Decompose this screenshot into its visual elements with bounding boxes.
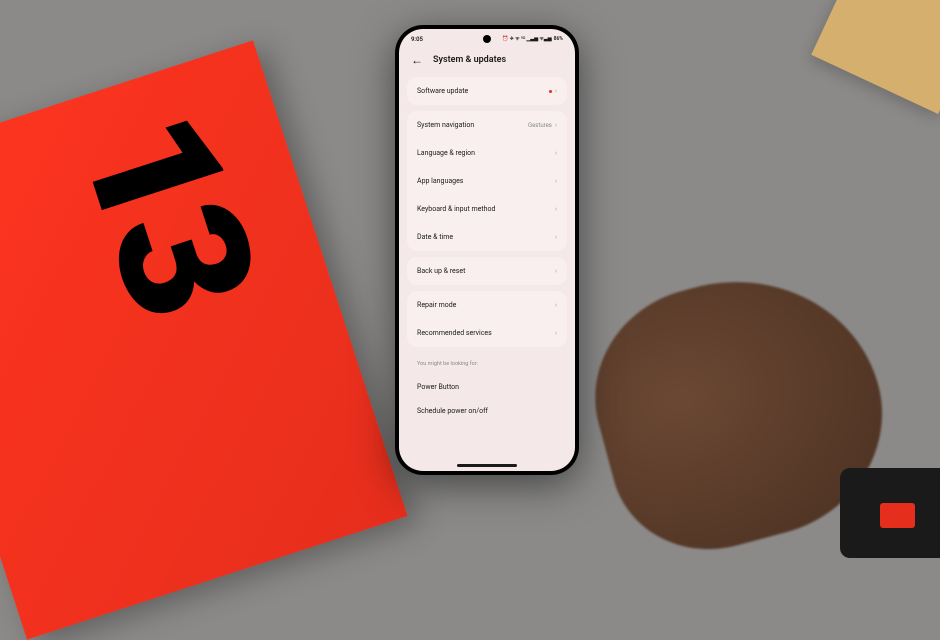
- phone-screen: 9:05 ⏰ ✈ ᯤ ⁵ᴳ ▁▃▅ ᯤ▃▅ 86% ← System & upd…: [399, 29, 575, 471]
- back-icon[interactable]: ←: [411, 53, 423, 67]
- row-label: Software update: [417, 87, 468, 95]
- chevron-right-icon: ›: [555, 233, 557, 241]
- hint-power-button[interactable]: Power Button: [417, 375, 557, 399]
- settings-card: Software update ›: [407, 77, 567, 105]
- row-recommended-services[interactable]: Recommended services ›: [407, 319, 567, 347]
- gesture-bar[interactable]: [457, 464, 517, 467]
- page-header: ← System & updates: [399, 47, 575, 77]
- youtube-badge: [840, 468, 940, 558]
- status-time: 9:05: [411, 36, 423, 43]
- chevron-right-icon: ›: [555, 177, 557, 185]
- chevron-right-icon: ›: [555, 329, 557, 337]
- page-title: System & updates: [433, 55, 506, 65]
- row-label: System navigation: [417, 121, 474, 129]
- camera-notch: [483, 35, 491, 43]
- row-language-region[interactable]: Language & region ›: [407, 139, 567, 167]
- row-date-time[interactable]: Date & time ›: [407, 223, 567, 251]
- hint-section: You might be looking for: Power Button S…: [407, 353, 567, 423]
- chevron-right-icon: ›: [555, 149, 557, 157]
- settings-card: Repair mode › Recommended services ›: [407, 291, 567, 347]
- row-label: Back up & reset: [417, 267, 465, 275]
- status-battery: 86%: [554, 36, 563, 42]
- corner-object: [811, 0, 940, 114]
- row-label: Date & time: [417, 233, 453, 241]
- row-label: Language & region: [417, 149, 475, 157]
- chevron-right-icon: ›: [555, 121, 557, 129]
- row-keyboard-input[interactable]: Keyboard & input method ›: [407, 195, 567, 223]
- notification-dot-icon: [549, 90, 552, 93]
- row-backup-reset[interactable]: Back up & reset ›: [407, 257, 567, 285]
- row-system-navigation[interactable]: System navigation Gestures ›: [407, 111, 567, 139]
- settings-card: Back up & reset ›: [407, 257, 567, 285]
- hint-label: You might be looking for:: [417, 361, 557, 367]
- row-repair-mode[interactable]: Repair mode ›: [407, 291, 567, 319]
- status-icons: ⏰ ✈ ᯤ ⁵ᴳ ▁▃▅ ᯤ▃▅: [502, 36, 551, 42]
- row-label: Keyboard & input method: [417, 205, 495, 213]
- row-label: Repair mode: [417, 301, 456, 309]
- phone-frame: 9:05 ⏰ ✈ ᯤ ⁵ᴳ ▁▃▅ ᯤ▃▅ 86% ← System & upd…: [395, 25, 579, 475]
- row-label: App languages: [417, 177, 463, 185]
- row-software-update[interactable]: Software update ›: [407, 77, 567, 105]
- settings-list: Software update › System navigation Gest…: [399, 77, 575, 423]
- chevron-right-icon: ›: [555, 267, 557, 275]
- row-value: Gestures: [528, 122, 552, 129]
- hint-schedule-power[interactable]: Schedule power on/off: [417, 399, 557, 423]
- row-app-languages[interactable]: App languages ›: [407, 167, 567, 195]
- product-box: 13: [0, 40, 407, 639]
- settings-card: System navigation Gestures › Language & …: [407, 111, 567, 251]
- chevron-right-icon: ›: [555, 87, 557, 95]
- row-label: Recommended services: [417, 329, 492, 337]
- chevron-right-icon: ›: [555, 205, 557, 213]
- box-number: 13: [38, 88, 297, 333]
- chevron-right-icon: ›: [555, 301, 557, 309]
